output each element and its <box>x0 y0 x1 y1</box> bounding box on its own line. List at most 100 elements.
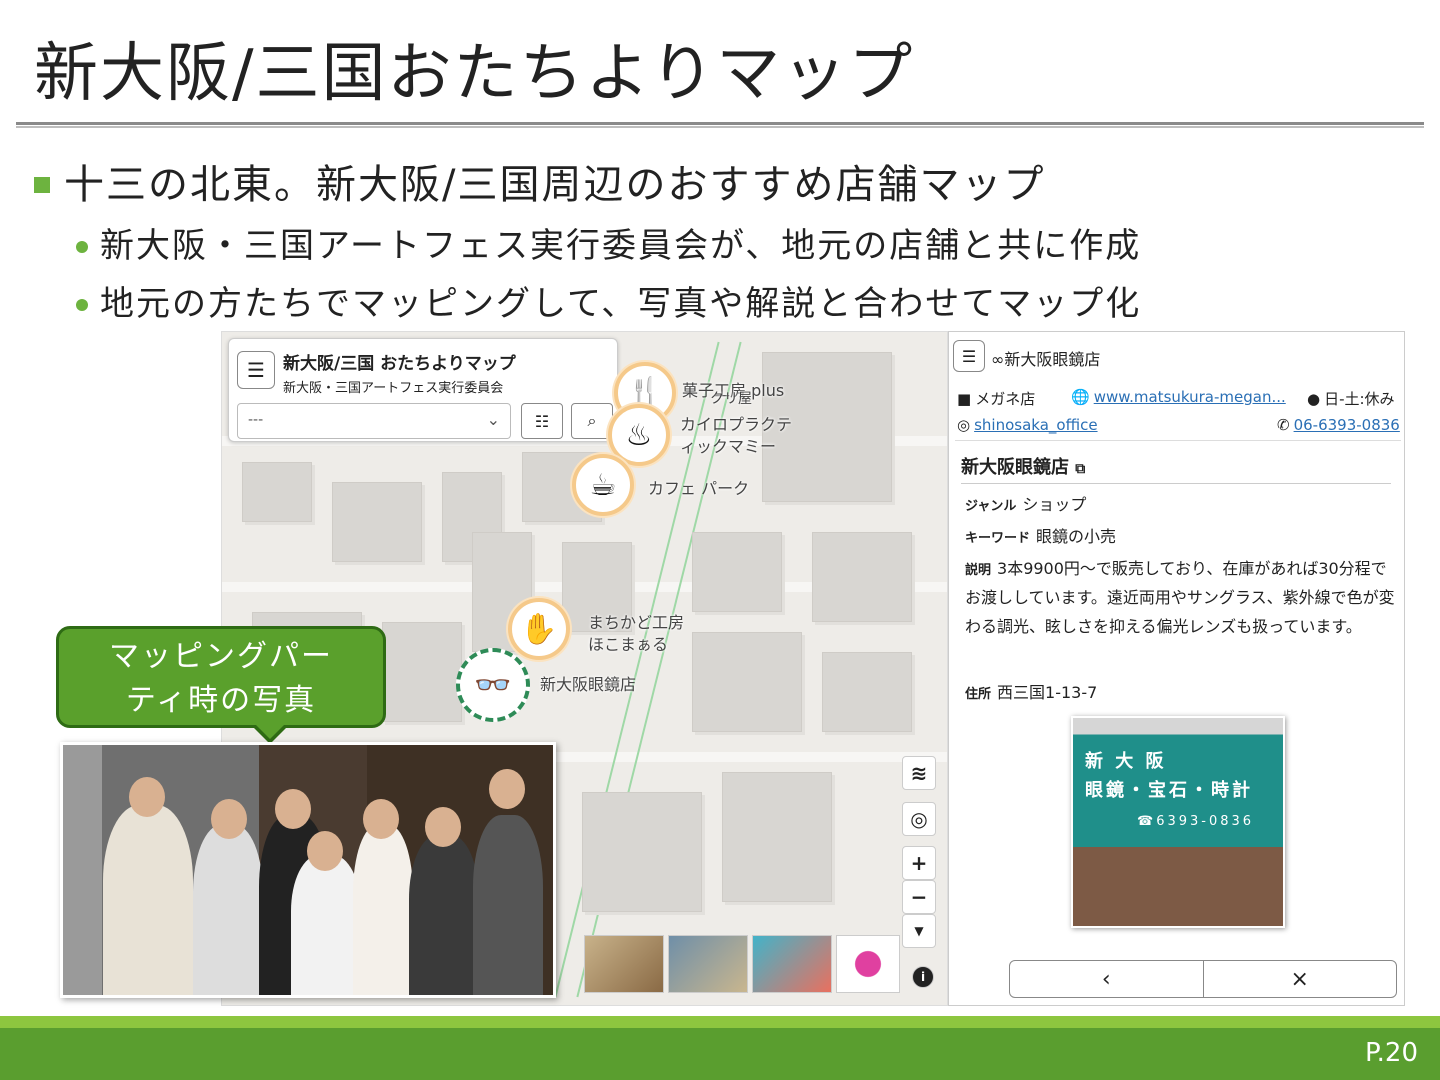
hand-icon: ✋ <box>520 611 558 647</box>
store-sign-line: 新 大 阪 <box>1085 751 1167 772</box>
hours-text: 日-土:休み <box>1324 390 1395 408</box>
photo-person-head <box>211 799 247 839</box>
map-subtitle: 新大阪・三国アートフェス実行委員会 <box>283 381 504 396</box>
description-row: 説明 3本9900円～で販売しており、在庫があれば30分程でお渡ししています。遠近… <box>965 555 1395 641</box>
detail-title: 新大阪眼鏡店 ⧉ <box>961 453 1085 479</box>
building <box>692 532 782 612</box>
phone-link[interactable]: 06-6393-0836 <box>1294 416 1400 434</box>
poi-marker-workshop[interactable]: ✋ <box>508 598 570 660</box>
hamburger-icon: ☰ <box>247 358 265 382</box>
store-sign-line: 眼鏡・宝石・時計 <box>1085 779 1253 801</box>
category-select-value: --- <box>248 412 264 428</box>
keyword-value: 眼鏡の小売 <box>1036 527 1117 546</box>
close-icon: × <box>1290 966 1309 992</box>
building <box>382 622 462 722</box>
store-photo[interactable]: 新 大 阪 眼鏡・宝石・時計 ☎6393-0836 <box>1071 716 1285 928</box>
instagram-link[interactable]: shinosaka_office <box>974 416 1097 434</box>
main-bullet-text: 十三の北東。新大阪/三国周辺のおすすめ店舗マップ <box>64 162 1046 208</box>
website-meta: 🌐 www.matsukura-megan... <box>1071 388 1286 406</box>
glasses-icon: 👓 <box>474 667 512 703</box>
instagram-meta: ◎ shinosaka_office <box>957 416 1098 434</box>
gallery-thumbnail[interactable] <box>836 935 900 993</box>
building <box>822 652 912 732</box>
compass-icon: ▼ <box>914 924 924 938</box>
photo-person <box>353 825 413 995</box>
poi-label: クリ屋 <box>710 391 752 407</box>
callout-line: マッピングパー <box>109 639 333 674</box>
website-link[interactable]: www.matsukura-megan... <box>1094 388 1286 406</box>
photo-person-head <box>275 789 311 829</box>
store-sign-phone: ☎6393-0836 <box>1137 814 1255 829</box>
hours-meta: ● 日-土:休み <box>1307 388 1395 409</box>
chevron-left-icon: ‹ <box>1101 966 1111 992</box>
back-button[interactable]: ‹ <box>1010 961 1204 997</box>
search-button[interactable]: ⌕ <box>571 403 613 439</box>
store-sign: 新 大 阪 眼鏡・宝石・時計 <box>1085 748 1253 806</box>
gallery-thumbnail[interactable] <box>752 935 832 993</box>
photo-person <box>409 835 479 995</box>
dot-bullet-icon <box>76 298 88 311</box>
keyword-label: キーワード <box>965 531 1031 546</box>
crosshair-icon: ◎ <box>910 807 928 831</box>
phone-icon: ✆ <box>1277 416 1290 434</box>
list-button[interactable]: ☷ <box>521 403 563 439</box>
sub-bullet: 新大阪・三国アートフェス実行委員会が、地元の店舗と共に作成 <box>76 218 1141 267</box>
mapping-party-photo <box>60 742 556 998</box>
gallery-thumbnail[interactable] <box>668 935 748 993</box>
photo-person <box>473 815 543 995</box>
zoom-in-button[interactable]: + <box>902 846 936 880</box>
photo-callout: マッピングパー ティ時の写真 <box>56 626 386 728</box>
footer-bar: P.20 <box>0 1028 1440 1080</box>
building <box>242 462 312 522</box>
photo-person <box>103 805 193 995</box>
address-value: 西三国1-13-7 <box>997 683 1098 702</box>
footer-accent-bar <box>0 1016 1440 1028</box>
dot-bullet-icon <box>76 240 88 253</box>
category-meta: ■ メガネ店 <box>957 388 1035 409</box>
compass-button[interactable]: ▼ <box>902 914 936 948</box>
map-header-card: ☰ 新大阪/三国 おたちよりマップ 新大阪・三国アートフェス実行委員会 --- … <box>228 338 618 442</box>
poi-label: カイロプラクテ ィックマミー <box>680 415 793 456</box>
photo-person-head <box>425 807 461 847</box>
photo-person-head <box>129 777 165 817</box>
genre-label: ジャンル <box>965 499 1017 514</box>
instagram-icon: ◎ <box>957 416 971 434</box>
square-bullet-icon <box>34 177 50 193</box>
photo-person-head <box>363 799 399 839</box>
poi-marker-cafe[interactable]: ☕ <box>572 454 634 516</box>
phone-meta: ✆ 06-6393-0836 <box>1277 416 1400 434</box>
photo-person-head <box>307 831 343 871</box>
address-label: 住所 <box>965 687 992 702</box>
plus-icon: + <box>910 851 928 875</box>
massage-icon: ♨ <box>625 417 653 453</box>
page-number: P.20 <box>1365 1038 1418 1068</box>
building <box>812 532 912 622</box>
coffee-icon: ☕ <box>589 467 617 503</box>
category-select[interactable]: --- ⌄ <box>237 403 511 439</box>
keyword-row: キーワード 眼鏡の小売 <box>965 523 1395 552</box>
photo-person <box>291 855 361 995</box>
title-divider <box>16 122 1424 128</box>
sub-bullet: 地元の方たちでマッピングして、写真や解説と合わせてマップ化 <box>76 276 1141 325</box>
layers-button[interactable]: ≋ <box>902 756 936 790</box>
chevron-down-icon: ⌄ <box>486 410 500 429</box>
building <box>722 772 832 902</box>
map-menu-button[interactable]: ☰ <box>237 351 275 389</box>
detail-title-text: 新大阪眼鏡店 <box>961 457 1069 478</box>
category-icon: ■ <box>957 389 972 408</box>
description-value: 3本9900円～で販売しており、在庫があれば30分程でお渡ししています。遠近両用… <box>965 559 1395 636</box>
genre-row: ジャンル ショップ <box>965 491 1395 520</box>
close-button[interactable]: × <box>1204 961 1397 997</box>
building <box>692 632 802 732</box>
store-detail-panel: ☰ ∞新大阪眼鏡店 ■ メガネ店 🌐 www.matsukura-megan..… <box>948 331 1405 1006</box>
locate-button[interactable]: ◎ <box>902 802 936 836</box>
gallery-thumbnail[interactable] <box>584 935 664 993</box>
poi-marker-glasses-selected[interactable]: 👓 <box>456 648 530 722</box>
poi-label: まちかど工房 ほこまぁる <box>588 613 685 654</box>
building <box>582 792 702 912</box>
external-link-icon[interactable]: ⧉ <box>1075 461 1085 477</box>
poi-label: 新大阪眼鏡店 <box>540 675 637 694</box>
panel-menu-button[interactable]: ☰ <box>953 340 985 372</box>
zoom-out-button[interactable]: − <box>902 880 936 914</box>
info-button[interactable]: i <box>912 966 934 988</box>
